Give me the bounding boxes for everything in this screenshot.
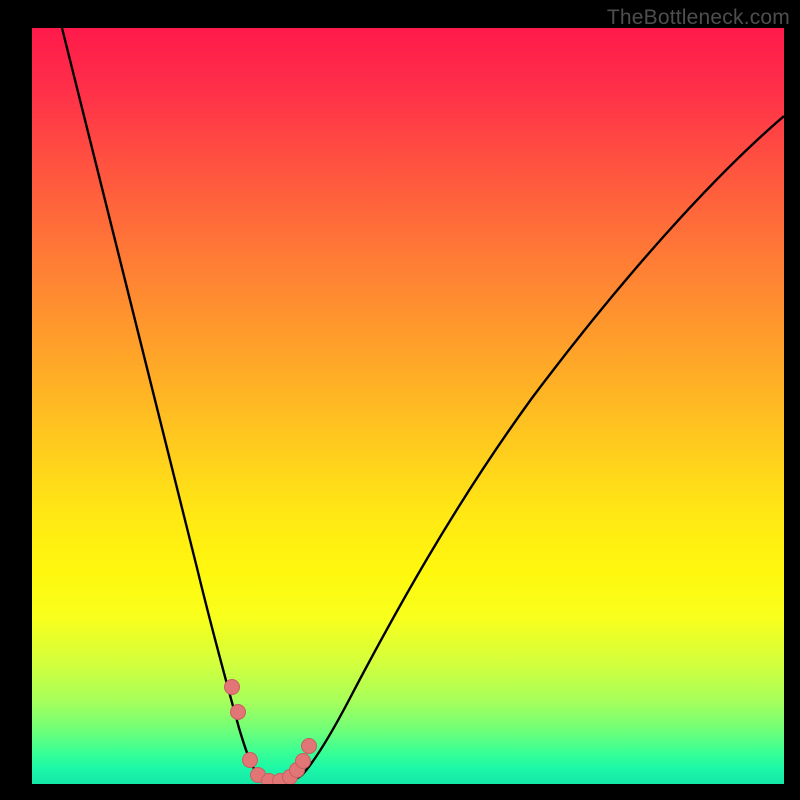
marker-dot: [296, 754, 311, 769]
marker-dot: [225, 680, 240, 695]
bottleneck-curve: [62, 28, 784, 783]
highlight-markers: [225, 680, 317, 785]
plot-area: [32, 28, 784, 784]
watermark-text: TheBottleneck.com: [607, 6, 790, 30]
marker-dot: [231, 705, 246, 720]
marker-dot: [302, 739, 317, 754]
marker-dot: [243, 753, 258, 768]
chart-svg: [32, 28, 784, 784]
chart-frame: TheBottleneck.com: [0, 0, 800, 800]
